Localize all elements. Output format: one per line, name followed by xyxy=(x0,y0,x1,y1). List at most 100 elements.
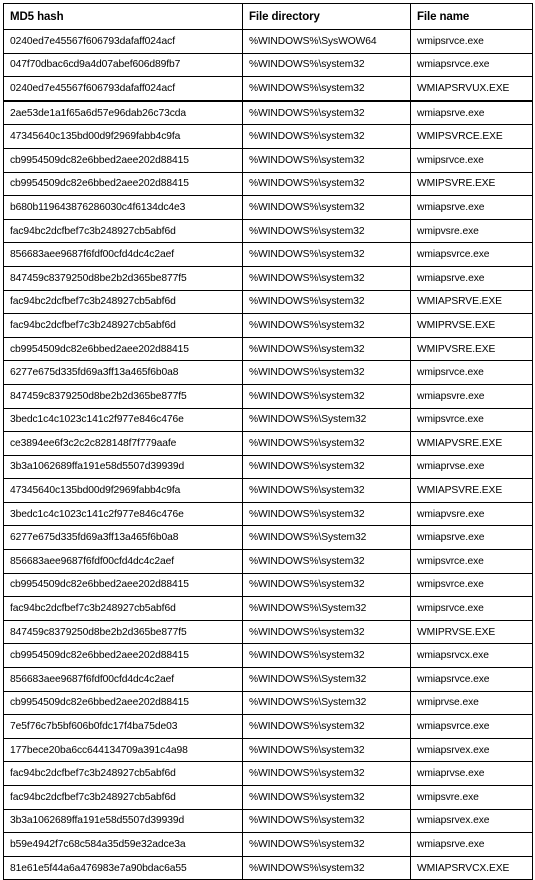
cell-file-name: wmiapsrve.exe xyxy=(410,99,533,126)
cell-md5-hash: 0240ed7e45567f606793dafaff024acf xyxy=(3,76,243,102)
table-row: 847459c8379250d8be2b2d365be877f5 %WINDOWS… xyxy=(3,619,533,645)
table-header: MD5 hash File directory File name xyxy=(3,3,533,30)
cell-file-directory: %WINDOWS%\system32 xyxy=(242,643,411,669)
cell-file-directory: %WINDOWS%\system32 xyxy=(242,855,411,880)
cell-md5-hash: 3b3a1062689ffa191e58d5507d39939d xyxy=(3,808,243,834)
table-row: 7e5f76c7b5bf606b0fdc17f4ba75de03 %WINDOWS… xyxy=(3,714,533,739)
table-row: 3b3a1062689ffa191e58d5507d39939d %WINDOWS… xyxy=(3,808,533,834)
table-row: 3bedc1c4c1023c141c2f977e846c476e %WINDOWS… xyxy=(3,501,533,527)
cell-md5-hash: fac94bc2dcfbef7c3b248927cb5abf6d xyxy=(3,289,243,315)
cell-file-directory: %WINDOWS%\system32 xyxy=(242,619,411,645)
cell-file-directory: %WINDOWS%\system32 xyxy=(242,785,411,810)
cell-md5-hash: 3bedc1c4c1023c141c2f977e846c476e xyxy=(3,501,243,527)
table-row: 47345640c135bd00d9f2969fabb4c9fa %WINDOWS… xyxy=(3,478,533,503)
cell-file-directory: %WINDOWS%\SysWOW64 xyxy=(242,29,411,54)
table-row: fac94bc2dcfbef7c3b248927cb5abf6d %WINDOWS… xyxy=(3,785,533,810)
cell-file-name: WMIPRVSE.EXE xyxy=(410,313,533,338)
cell-file-name: wmiapsrve.exe xyxy=(410,195,533,220)
table-row: 81e61e5f44a6a476983e7a90bdac6a55 %WINDOWS… xyxy=(3,855,533,880)
cell-md5-hash: b680b119643876286030c4f6134dc4e3 xyxy=(3,195,243,220)
cell-file-directory: %WINDOWS%\system32 xyxy=(242,572,411,598)
cell-file-name: wmipsrvce.exe xyxy=(410,596,533,621)
cell-file-directory: %WINDOWS%\system32 xyxy=(242,289,411,315)
table-row: 3b3a1062689ffa191e58d5507d39939d %WINDOWS… xyxy=(3,454,533,480)
cell-file-name: wmipsrvce.exe xyxy=(410,29,533,54)
cell-file-directory: %WINDOWS%\system32 xyxy=(242,761,411,786)
table-row: 3bedc1c4c1023c141c2f977e846c476e %WINDOWS… xyxy=(3,407,533,433)
table-row: 856683aee9687f6fdf00cfd4dc4c2aef %WINDOWS… xyxy=(3,667,533,692)
cell-file-name: wmipsvrce.exe xyxy=(410,407,533,433)
cell-file-directory: %WINDOWS%\System32 xyxy=(242,596,411,621)
cell-file-directory: %WINDOWS%\System32 xyxy=(242,525,411,551)
cell-file-name: WMIAPSVRE.EXE xyxy=(410,478,533,503)
cell-md5-hash: 856683aee9687f6fdf00cfd4dc4c2aef xyxy=(3,549,243,574)
cell-file-name: wmiapsvrce.exe xyxy=(410,714,533,739)
cell-md5-hash: cb9954509dc82e6bbed2aee202d88415 xyxy=(3,690,243,716)
column-header-file-directory: File directory xyxy=(242,3,411,30)
table-row: 6277e675d335fd69a3ff13a465f6b0a8 %WINDOWS… xyxy=(3,525,533,551)
cell-file-name: wmiapvsre.exe xyxy=(410,501,533,527)
cell-md5-hash: fac94bc2dcfbef7c3b248927cb5abf6d xyxy=(3,218,243,244)
table-row: 047f70dbac6cd9a4d07abef606d89fb7 %WINDOWS… xyxy=(3,52,533,78)
cell-file-directory: %WINDOWS%\System32 xyxy=(242,690,411,716)
cell-file-name: wmiapsrvex.exe xyxy=(410,737,533,763)
cell-file-directory: %WINDOWS%\system32 xyxy=(242,360,411,385)
cell-md5-hash: 47345640c135bd00d9f2969fabb4c9fa xyxy=(3,124,243,149)
cell-md5-hash: ce3894ee6f3c2c2c828148f7f779aafe xyxy=(3,431,243,456)
table-row: 847459c8379250d8be2b2d365be877f5 %WINDOWS… xyxy=(3,383,533,409)
cell-file-name: wmipsvrce.exe xyxy=(410,572,533,598)
cell-file-directory: %WINDOWS%\system32 xyxy=(242,431,411,456)
cell-md5-hash: 3b3a1062689ffa191e58d5507d39939d xyxy=(3,454,243,480)
cell-file-name: wmiaprvse.exe xyxy=(410,454,533,480)
table-row: b680b119643876286030c4f6134dc4e3 %WINDOWS… xyxy=(3,195,533,220)
cell-md5-hash: 177bece20ba6cc644134709a391c4a98 xyxy=(3,737,243,763)
cell-file-directory: %WINDOWS%\System32 xyxy=(242,667,411,692)
cell-file-directory: %WINDOWS%\system32 xyxy=(242,549,411,574)
cell-md5-hash: 847459c8379250d8be2b2d365be877f5 xyxy=(3,383,243,409)
cell-file-directory: %WINDOWS%\system32 xyxy=(242,454,411,480)
table-row: 47345640c135bd00d9f2969fabb4c9fa %WINDOWS… xyxy=(3,124,533,149)
cell-md5-hash: 847459c8379250d8be2b2d365be877f5 xyxy=(3,265,243,291)
cell-md5-hash: fac94bc2dcfbef7c3b248927cb5abf6d xyxy=(3,761,243,786)
cell-file-name: wmipvsre.exe xyxy=(410,218,533,244)
cell-file-directory: %WINDOWS%\system32 xyxy=(242,147,411,173)
table-row: fac94bc2dcfbef7c3b248927cb5abf6d %WINDOWS… xyxy=(3,313,533,338)
cell-file-directory: %WINDOWS%\system32 xyxy=(242,195,411,220)
cell-md5-hash: 856683aee9687f6fdf00cfd4dc4c2aef xyxy=(3,667,243,692)
cell-file-name: wmiapsrvex.exe xyxy=(410,808,533,834)
cell-file-name: wmiapsvre.exe xyxy=(410,383,533,409)
cell-md5-hash: 047f70dbac6cd9a4d07abef606d89fb7 xyxy=(3,52,243,78)
cell-file-name: wmiapsrvcx.exe xyxy=(410,643,533,669)
cell-md5-hash: 7e5f76c7b5bf606b0fdc17f4ba75de03 xyxy=(3,714,243,739)
table-row: 847459c8379250d8be2b2d365be877f5 %WINDOWS… xyxy=(3,265,533,291)
cell-md5-hash: fac94bc2dcfbef7c3b248927cb5abf6d xyxy=(3,596,243,621)
cell-file-directory: %WINDOWS%\System32 xyxy=(242,407,411,433)
table-row: cb9954509dc82e6bbed2aee202d88415 %WINDOWS… xyxy=(3,690,533,716)
table-row: cb9954509dc82e6bbed2aee202d88415 %WINDOWS… xyxy=(3,336,533,362)
table-header-row: MD5 hash File directory File name xyxy=(3,3,533,30)
cell-md5-hash: 2ae53de1a1f65a6d57e96dab26c73cda xyxy=(3,99,243,126)
cell-file-name: WMIAPSRVUX.EXE xyxy=(410,76,533,102)
cell-file-directory: %WINDOWS%\system32 xyxy=(242,808,411,834)
cell-md5-hash: b59e4942f7c68c584a35d59e32adce3a xyxy=(3,832,243,857)
table-row: cb9954509dc82e6bbed2aee202d88415 %WINDOWS… xyxy=(3,643,533,669)
table-body: 0240ed7e45567f606793dafaff024acf %WINDOWS… xyxy=(3,29,533,880)
table-row: cb9954509dc82e6bbed2aee202d88415 %WINDOWS… xyxy=(3,572,533,598)
cell-file-directory: %WINDOWS%\system32 xyxy=(242,832,411,857)
cell-file-name: wmipsrvce.exe xyxy=(410,360,533,385)
cell-file-directory: %WINDOWS%\system32 xyxy=(242,714,411,739)
cell-file-name: wmiapsrve.exe xyxy=(410,265,533,291)
cell-md5-hash: 0240ed7e45567f606793dafaff024acf xyxy=(3,29,243,54)
table-row: 2ae53de1a1f65a6d57e96dab26c73cda %WINDOWS… xyxy=(3,99,533,126)
cell-file-directory: %WINDOWS%\system32 xyxy=(242,76,411,102)
cell-file-name: wmiapsvrce.exe xyxy=(410,242,533,267)
cell-file-directory: %WINDOWS%\system32 xyxy=(242,124,411,149)
md5-hash-table: MD5 hash File directory File name 0240ed… xyxy=(3,3,533,880)
cell-file-name: wmiaprvse.exe xyxy=(410,761,533,786)
cell-file-name: wmiprvse.exe xyxy=(410,690,533,716)
column-header-md5-hash: MD5 hash xyxy=(3,3,243,30)
cell-file-name: wmiapsrve.exe xyxy=(410,832,533,857)
cell-file-name: wmipsvre.exe xyxy=(410,785,533,810)
cell-md5-hash: cb9954509dc82e6bbed2aee202d88415 xyxy=(3,336,243,362)
cell-file-directory: %WINDOWS%\system32 xyxy=(242,265,411,291)
